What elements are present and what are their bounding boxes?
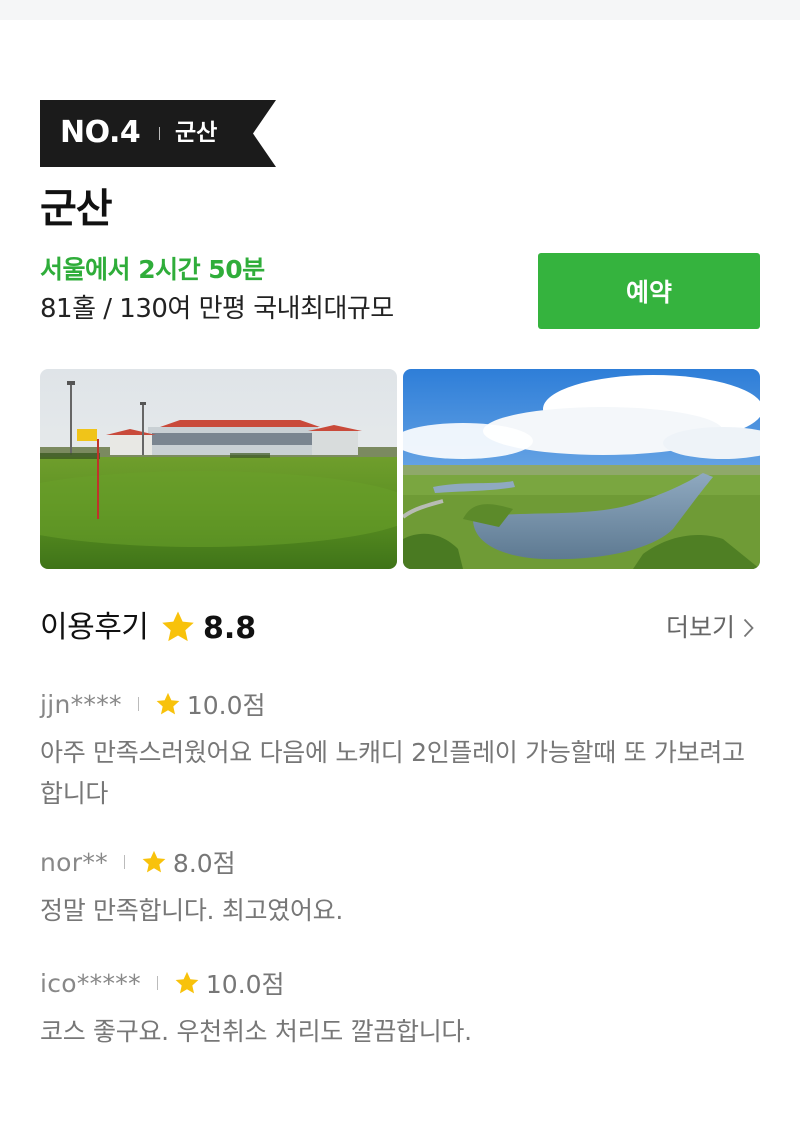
review-text: 코스 좋구요. 우천취소 처리도 깔끔합니다. <box>40 1017 472 1046</box>
reviews-title: 이용후기 <box>40 610 149 645</box>
course-photo-clubhouse[interactable] <box>40 369 397 569</box>
review-item: nor** 8.0점 정말 만족합니다. 최고였어요. <box>40 844 760 931</box>
course-title: 군산 <box>40 186 113 232</box>
review-user: ico***** <box>40 968 141 998</box>
review-meta-divider <box>137 697 139 711</box>
more-reviews-link[interactable]: 더보기 <box>666 610 754 646</box>
rank-number: NO.4 <box>60 115 141 150</box>
reserve-button[interactable]: 예약 <box>538 253 760 329</box>
review-meta: nor** 8.0점 <box>40 844 760 880</box>
review-user: jjn**** <box>40 689 122 719</box>
rank-region: 군산 <box>175 120 218 146</box>
rank-divider <box>159 127 160 140</box>
review-meta-divider <box>156 976 158 990</box>
rank-badge: NO.4 군산 <box>40 100 276 167</box>
course-description: 81홀 / 130여 만평 국내최대규모 <box>40 294 394 324</box>
review-meta-divider <box>123 855 125 869</box>
review-meta: ico***** 10.0점 <box>40 965 760 1001</box>
chevron-right-icon <box>743 618 754 638</box>
review-score: 10.0점 <box>186 691 266 720</box>
review-item: ico***** 10.0점 코스 좋구요. 우천취소 처리도 깔끔합니다. <box>40 965 760 1052</box>
review-score: 8.0점 <box>172 849 236 878</box>
star-icon <box>142 850 166 872</box>
review-score: 10.0점 <box>205 970 285 999</box>
review-user: nor** <box>40 847 108 877</box>
more-reviews-label: 더보기 <box>666 613 736 642</box>
review-text: 정말 만족합니다. 최고였어요. <box>40 896 343 925</box>
average-rating: 8.8 <box>203 611 257 646</box>
review-item: jjn**** 10.0점 아주 만족스러웠어요 다음에 노캐디 2인플레이 가… <box>40 686 760 814</box>
review-text: 아주 만족스러웠어요 다음에 노캐디 2인플레이 가능할때 또 가보려고합니다 <box>40 738 745 808</box>
star-icon <box>156 692 180 714</box>
travel-time: 서울에서 2시간 50분 <box>40 255 265 284</box>
top-status-strip <box>0 0 800 20</box>
review-meta: jjn**** 10.0점 <box>40 686 760 722</box>
star-icon <box>162 611 194 642</box>
course-photo-lake[interactable] <box>403 369 760 569</box>
star-icon <box>175 971 199 993</box>
